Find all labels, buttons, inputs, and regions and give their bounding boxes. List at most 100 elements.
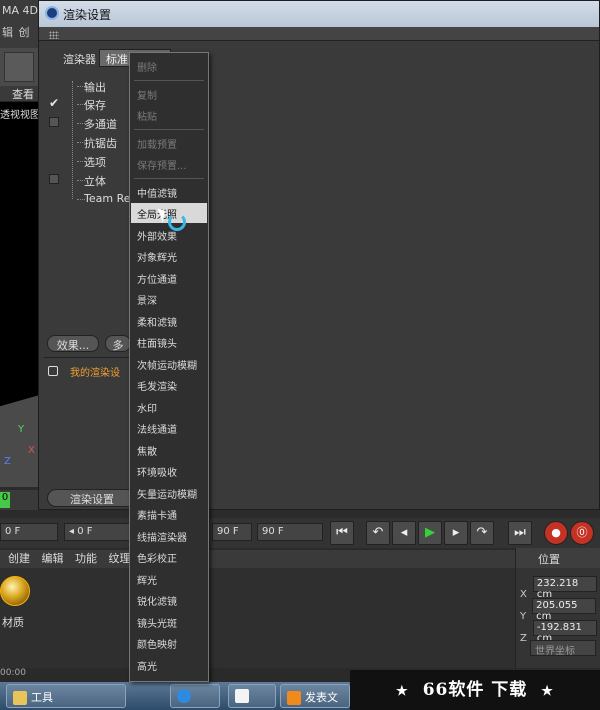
tree-item-label: 多通道 xyxy=(84,118,117,131)
menu-item[interactable]: 高光 xyxy=(131,655,207,675)
preset-item[interactable]: 我的渲染设 xyxy=(70,364,120,379)
menu-item[interactable]: 方位通道 xyxy=(131,268,207,288)
preset-list: 我的渲染设 xyxy=(44,357,134,487)
auto-key-button[interactable]: ⓪ xyxy=(570,521,594,545)
preview-end-field[interactable]: 90 F xyxy=(257,523,323,541)
taskbar-label: 工具 xyxy=(31,691,53,704)
coord-y-input[interactable]: 205.055 cm xyxy=(532,598,597,622)
watermark-text: 66软件 下载 xyxy=(422,680,528,700)
checkmark-icon[interactable]: ✔ xyxy=(49,97,59,109)
expand-icon[interactable] xyxy=(48,366,58,376)
menu-separator xyxy=(134,128,204,130)
dialog-title: 渲染设置 xyxy=(63,8,112,22)
record-button[interactable]: ● xyxy=(544,521,568,545)
uc-browser-icon xyxy=(287,691,301,705)
coord-row-y: Y205.055 cm xyxy=(520,598,597,622)
tool-button[interactable] xyxy=(4,52,34,82)
menu-item[interactable]: 毛发渲染 xyxy=(131,375,207,395)
grip-icon[interactable] xyxy=(49,31,59,39)
coordinate-space-select[interactable]: 世界坐标 xyxy=(530,640,596,657)
taskbar-item-post[interactable]: 发表文 xyxy=(280,684,350,708)
tree-item-label: 立体 xyxy=(84,175,106,188)
dialog-titlebar[interactable]: 渲染设置 xyxy=(39,1,599,27)
menu-item[interactable]: 镜头光斑 xyxy=(131,612,207,632)
internet-explorer-icon xyxy=(177,689,191,703)
tree-item-label: 保存 xyxy=(84,99,106,112)
menu-item[interactable]: 对象辉光 xyxy=(131,246,207,266)
play-button[interactable]: ▶ xyxy=(418,521,442,545)
axis-z-label: Z xyxy=(4,456,11,467)
menu-item: 加载预置 xyxy=(137,139,177,151)
menu-item[interactable]: 素描卡通 xyxy=(131,504,207,524)
prev-key-button[interactable]: ↶ xyxy=(366,521,390,545)
prev-frame-button[interactable]: ◂ xyxy=(392,521,416,545)
effects-context-menu: 删除 复制 粘贴 加载预置 保存预置... 中值滤镜 全局光照 外部效果 对象辉光 方位通道 景深柔… xyxy=(129,52,209,682)
menu-item[interactable]: 中值滤镜 xyxy=(131,182,207,202)
coord-axis-label: Z xyxy=(520,633,527,644)
timeline[interactable]: 0 xyxy=(0,490,40,510)
timeline-marker[interactable]: 0 xyxy=(0,492,10,508)
menu-item[interactable]: 法线通道 xyxy=(131,418,207,438)
menu-separator xyxy=(134,177,204,179)
menu-item[interactable]: 矢量运动模糊 xyxy=(131,483,207,503)
menu-item[interactable]: 颜色映射 xyxy=(131,633,207,653)
menu-item[interactable]: 辉光 xyxy=(131,569,207,589)
checkbox[interactable] xyxy=(49,117,59,127)
mat-menu-function[interactable]: 功能 xyxy=(75,552,97,565)
checkbox[interactable] xyxy=(49,174,59,184)
star-icon: ★ xyxy=(541,684,554,699)
tool-palette xyxy=(0,48,40,88)
floor-plane xyxy=(0,389,40,487)
menu-item: 保存预置... xyxy=(137,161,187,172)
busy-spinner-icon xyxy=(168,213,186,231)
tree-item-label: 输出 xyxy=(84,81,106,94)
mat-menu-texture[interactable]: 纹理 xyxy=(109,552,131,565)
cinema4d-logo-icon xyxy=(45,6,59,20)
next-frame-button[interactable]: ▸ xyxy=(444,521,468,545)
tree-item-label: 抗锯齿 xyxy=(84,137,117,150)
menu-item[interactable]: 景深 xyxy=(131,289,207,309)
multipass-button[interactable]: 多 xyxy=(105,335,131,352)
viewport-view-menu[interactable]: 查看 xyxy=(12,88,34,101)
dialog-toolbar xyxy=(39,27,599,41)
mat-menu-edit[interactable]: 编辑 xyxy=(42,552,64,565)
go-start-button[interactable]: ⏮ xyxy=(330,521,354,545)
mat-menu-create[interactable]: 创建 xyxy=(8,552,30,565)
effects-button[interactable]: 效果... xyxy=(47,335,99,352)
coord-x-input[interactable]: 232.218 cm xyxy=(532,576,597,600)
start-frame-field[interactable]: 0 F xyxy=(0,523,58,541)
menu-item[interactable]: 色彩校正 xyxy=(131,547,207,567)
taskbar-item-browser[interactable] xyxy=(170,684,220,708)
material-manager-menu: 创建 编辑 功能 纹理 xyxy=(0,550,515,568)
render-settings-button[interactable]: 渲染设置 xyxy=(47,489,137,507)
menu-separator xyxy=(134,79,204,81)
coordinates-title: 位置 xyxy=(516,548,600,568)
coord-row-x: X232.218 cm xyxy=(520,576,597,600)
menu-item[interactable]: 柔和滤镜 xyxy=(131,311,207,331)
material-manager: 材质 xyxy=(0,568,515,668)
taskbar-item-document[interactable] xyxy=(228,684,276,708)
material-label: 材质 xyxy=(2,616,24,629)
material-ball[interactable] xyxy=(0,576,30,606)
end-frame-field[interactable]: 90 F xyxy=(212,523,252,541)
menu-item[interactable]: 锐化滤镜 xyxy=(131,590,207,610)
menu-item[interactable]: 柱面镜头 xyxy=(131,332,207,352)
menu-create[interactable]: 创 xyxy=(19,26,30,39)
viewport-name: 透视视图 xyxy=(0,110,40,121)
viewport-header: 查看 xyxy=(0,86,40,102)
taskbar-item-tools[interactable]: 工具 xyxy=(6,684,126,708)
menu-item[interactable]: 焦散 xyxy=(131,440,207,460)
menu-item[interactable]: 水印 xyxy=(131,397,207,417)
menu-item: 删除 xyxy=(137,63,157,74)
next-key-button[interactable]: ↷ xyxy=(470,521,494,545)
coord-z-input[interactable]: -192.831 cm xyxy=(532,620,597,644)
menu-item[interactable]: 次帧运动模糊 xyxy=(131,354,207,374)
go-end-button[interactable]: ⏭ xyxy=(508,521,532,545)
document-icon xyxy=(235,689,249,703)
menu-item[interactable]: 环境吸收 xyxy=(131,461,207,481)
axis-y-label: Y xyxy=(18,424,25,435)
renderer-label: 渲染器 xyxy=(63,53,96,66)
menu-item[interactable]: 线描渲染器 xyxy=(131,526,207,546)
menu-edit[interactable]: 辑 xyxy=(2,26,13,39)
menu-item: 复制 xyxy=(137,90,157,102)
